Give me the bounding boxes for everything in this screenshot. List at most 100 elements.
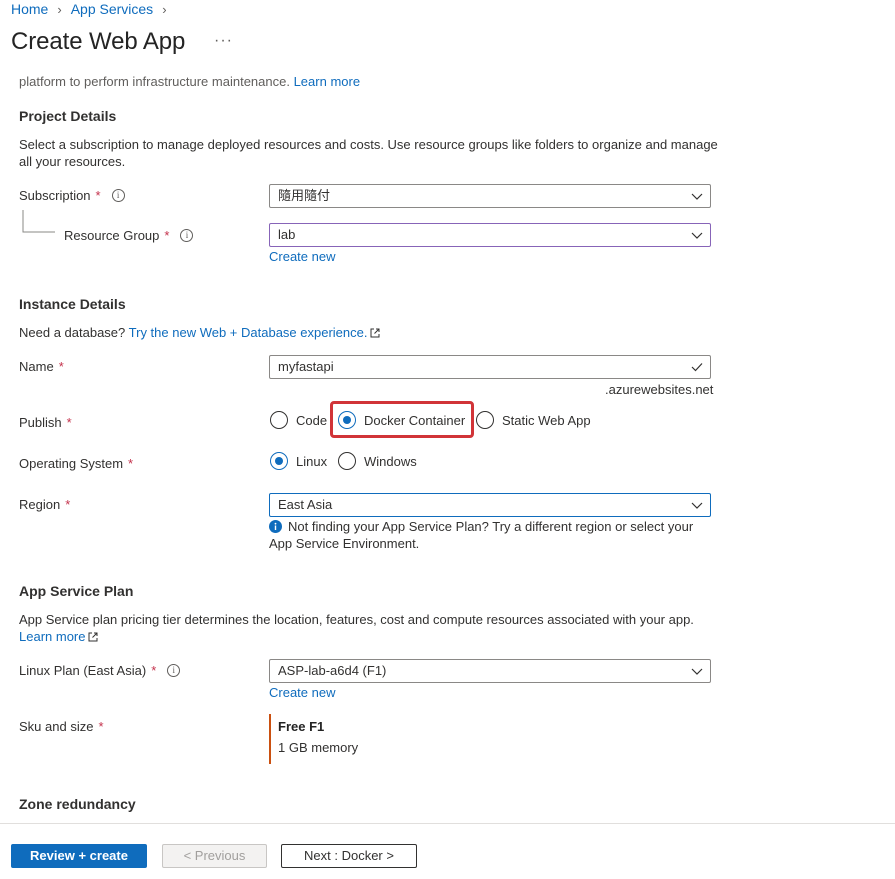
instance-details-title: Instance Details [19, 296, 126, 312]
region-dropdown[interactable]: East Asia [269, 493, 711, 517]
project-desc-line1: Select a subscription to manage deployed… [19, 137, 718, 152]
external-link-icon [370, 328, 380, 338]
learn-more-label: Learn more [19, 629, 86, 644]
required-marker: * [151, 663, 157, 678]
radio-label: Linux [296, 453, 328, 469]
plan-value: ASP-lab-a6d4 (F1) [278, 663, 387, 678]
db-prompt-text: Need a database? [19, 325, 126, 340]
info-icon[interactable]: i [111, 189, 125, 202]
domain-suffix: .azurewebsites.net [605, 382, 714, 397]
plan-label-text: Linux Plan (East Asia) [19, 663, 147, 678]
breadcrumb-app-services[interactable]: App Services [71, 1, 153, 17]
os-label-text: Operating System [19, 456, 124, 471]
region-note-text1: Not finding your App Service Plan? Try a… [288, 519, 694, 534]
publish-radio-code[interactable]: Code [270, 411, 327, 429]
app-service-plan-title: App Service Plan [19, 583, 134, 599]
create-new-resource-group-link[interactable]: Create new [269, 249, 335, 264]
required-marker: * [65, 497, 71, 512]
chevron-down-icon [691, 193, 703, 200]
radio-circle-selected [270, 452, 288, 470]
os-radio-windows[interactable]: Windows [338, 452, 417, 470]
name-value: myfastapi [278, 359, 334, 374]
zone-redundancy-title: Zone redundancy [19, 796, 136, 812]
highlight-box [330, 401, 474, 438]
radio-label: Static Web App [502, 412, 591, 428]
previous-button[interactable]: < Previous [162, 844, 267, 868]
linux-plan-dropdown[interactable]: ASP-lab-a6d4 (F1) [269, 659, 711, 683]
required-marker: * [128, 456, 134, 471]
region-note-line1: Not finding your App Service Plan? Try a… [269, 518, 709, 535]
chevron-down-icon [691, 668, 703, 675]
resource-group-label: Resource Group * i [64, 228, 194, 243]
radio-circle [476, 411, 494, 429]
tree-connector [22, 210, 55, 233]
resource-group-value: lab [278, 227, 296, 242]
region-label: Region * [19, 497, 70, 512]
subscription-dropdown[interactable]: 隨用隨付 [269, 184, 711, 208]
resource-group-label-text: Resource Group [64, 228, 160, 243]
web-database-link[interactable]: Try the new Web + Database experience. [129, 325, 381, 340]
learn-more-link-top[interactable]: Learn more [294, 74, 360, 89]
sku-label-text: Sku and size [19, 719, 94, 734]
project-details-description: Select a subscription to manage deployed… [19, 136, 719, 170]
info-icon[interactable]: i [180, 229, 194, 242]
name-label: Name * [19, 359, 64, 374]
radio-label: Code [296, 412, 328, 428]
publish-radio-static-web-app[interactable]: Static Web App [476, 411, 591, 429]
region-value: East Asia [278, 497, 333, 512]
required-marker: * [95, 188, 101, 203]
subscription-label: Subscription * i [19, 188, 125, 203]
app-service-plan-description: App Service plan pricing tier determines… [19, 611, 719, 645]
required-marker: * [66, 415, 72, 430]
breadcrumb: Home › App Services › [11, 1, 176, 17]
info-filled-icon [269, 520, 282, 533]
next-docker-button[interactable]: Next : Docker > [281, 844, 417, 868]
sku-name: Free F1 [278, 719, 325, 734]
radio-circle [338, 452, 356, 470]
more-options-icon[interactable]: ··· [214, 32, 233, 50]
chevron-right-icon: › [57, 1, 62, 17]
info-icon[interactable]: i [167, 664, 181, 677]
chevron-right-icon: › [162, 1, 167, 17]
required-marker: * [164, 228, 170, 243]
review-create-button[interactable]: Review + create [11, 844, 147, 868]
radio-circle [270, 411, 288, 429]
page-title: Create Web App [11, 28, 186, 55]
learn-more-link[interactable]: Learn more [19, 629, 98, 644]
subscription-label-text: Subscription [19, 188, 91, 203]
linux-plan-label: Linux Plan (East Asia) * i [19, 663, 181, 678]
name-input[interactable]: myfastapi [269, 355, 711, 379]
sku-detail: 1 GB memory [278, 740, 359, 755]
external-link-icon [88, 632, 98, 642]
region-note-text2: App Service Environment. [269, 536, 420, 551]
resource-group-dropdown[interactable]: lab [269, 223, 711, 247]
sku-accent-bar [269, 714, 271, 764]
required-marker: * [58, 359, 64, 374]
subscription-value: 隨用隨付 [278, 188, 331, 203]
footer-bar: Review + create < Previous Next : Docker… [0, 823, 895, 879]
learn-more-label: Learn more [293, 74, 361, 89]
breadcrumb-home[interactable]: Home [11, 1, 48, 17]
region-note: Not finding your App Service Plan? Try a… [269, 518, 709, 552]
checkmark-icon [691, 363, 703, 372]
sku-size-label: Sku and size * [19, 719, 104, 734]
asp-desc-text: App Service plan pricing tier determines… [19, 612, 694, 627]
create-new-plan-link[interactable]: Create new [269, 685, 335, 700]
radio-label: Windows [364, 453, 417, 469]
region-label-text: Region [19, 497, 61, 512]
clipped-intro-text: platform to perform infrastructure maint… [19, 74, 360, 89]
project-desc-line2: all your resources. [19, 154, 126, 169]
chevron-down-icon [691, 232, 703, 239]
name-label-text: Name [19, 359, 54, 374]
intro-text: platform to perform infrastructure maint… [19, 74, 290, 89]
publish-label-text: Publish [19, 415, 62, 430]
form-scroll-area[interactable]: platform to perform infrastructure maint… [0, 72, 895, 823]
publish-label: Publish * [19, 415, 72, 430]
operating-system-label: Operating System * [19, 456, 133, 471]
db-link-label: Try the new Web + Database experience. [128, 325, 368, 340]
required-marker: * [98, 719, 104, 734]
database-prompt: Need a database? Try the new Web + Datab… [19, 324, 380, 341]
os-radio-linux[interactable]: Linux [270, 452, 327, 470]
chevron-down-icon [691, 502, 703, 509]
project-details-title: Project Details [19, 108, 117, 124]
